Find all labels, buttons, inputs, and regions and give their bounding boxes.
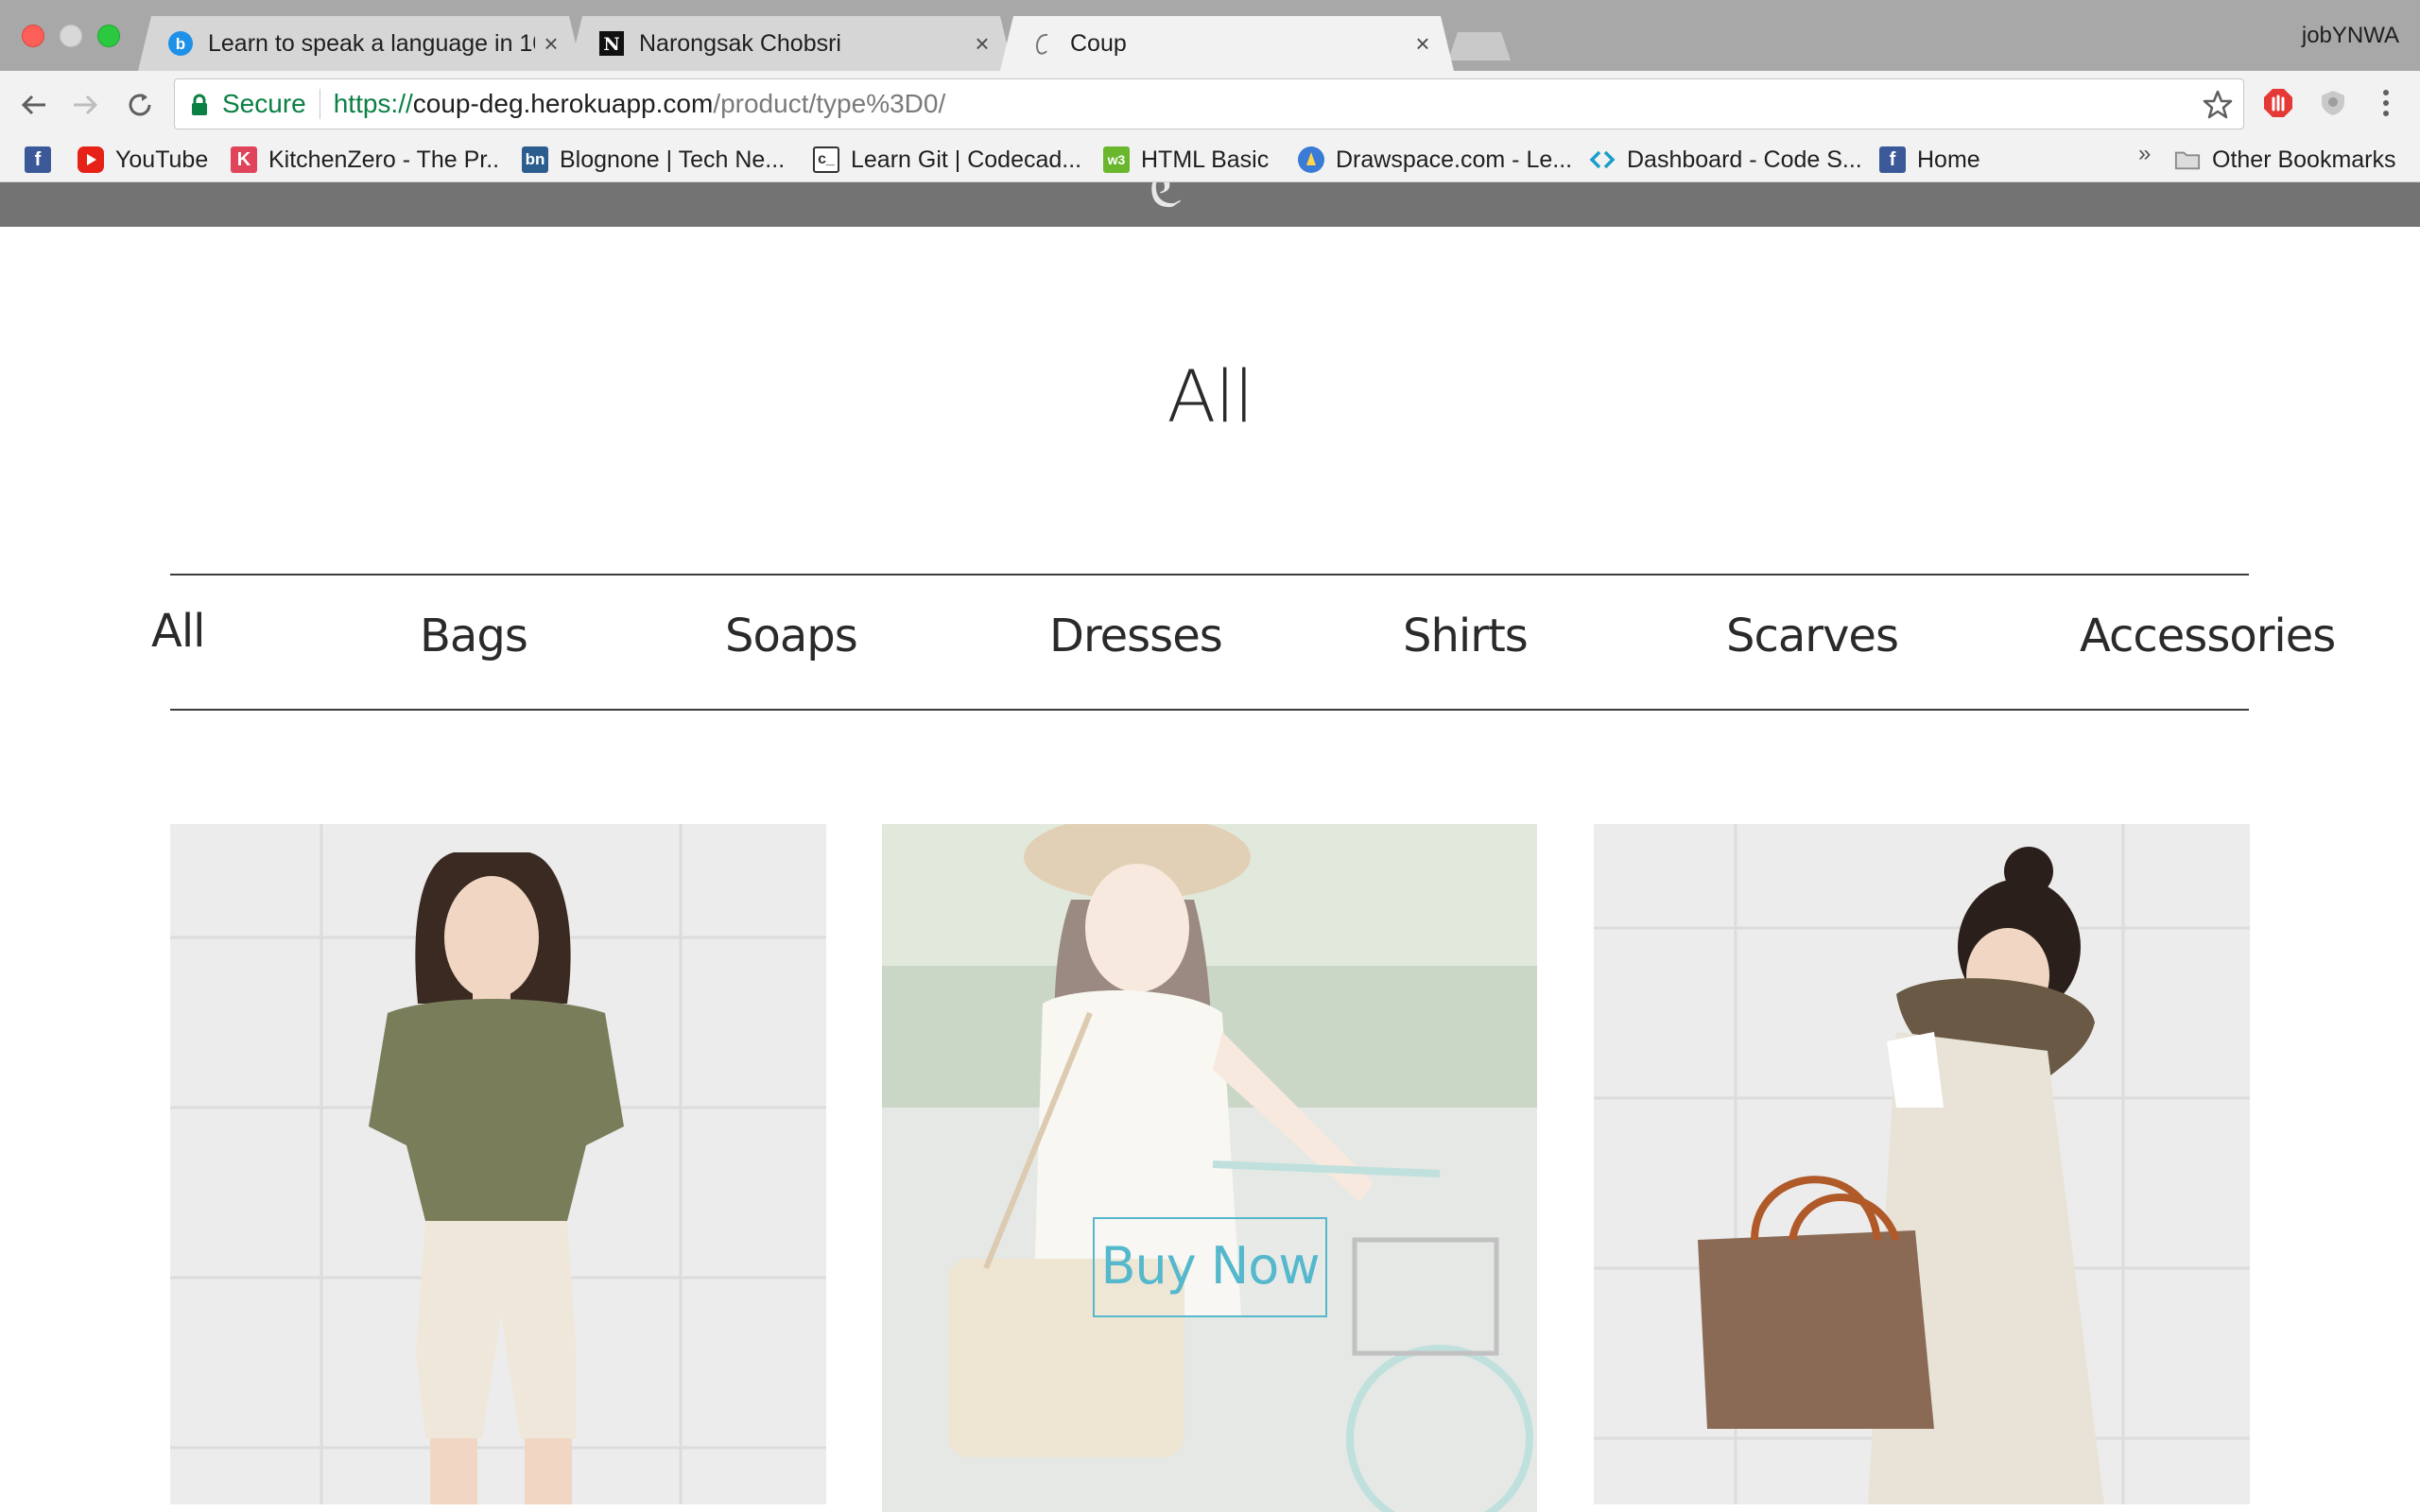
site-header: ℭ xyxy=(0,182,2420,227)
hover-overlay xyxy=(882,824,1537,1512)
category-top-divider xyxy=(170,574,2249,576)
bookmark-label: Home xyxy=(1917,146,1980,173)
category-bags[interactable]: Bags xyxy=(420,610,528,662)
shield-extension-icon[interactable] xyxy=(2314,84,2352,122)
close-tab-icon[interactable]: × xyxy=(1407,29,1439,59)
bookmark-facebook[interactable]: f xyxy=(25,143,51,177)
page-title: All xyxy=(1167,354,1253,438)
arrow-left-icon xyxy=(21,94,45,115)
codecademy-icon: c_ xyxy=(813,146,839,173)
bookmark-html-basic[interactable]: w3 HTML Basic xyxy=(1103,143,1269,177)
notion-icon: N xyxy=(597,29,626,58)
bing-icon: b xyxy=(166,29,195,58)
category-soaps[interactable]: Soaps xyxy=(725,610,858,662)
address-bar[interactable]: Secure https://coup-deg.herokuapp.com/pr… xyxy=(174,78,2244,129)
bookmark-facebook-home[interactable]: f Home xyxy=(1879,143,1980,177)
product-card[interactable] xyxy=(170,824,826,1504)
codeschool-icon xyxy=(1589,146,1616,173)
bookmark-label: Blognone | Tech Ne... xyxy=(560,146,786,173)
bookmark-label: Learn Git | Codecad... xyxy=(851,146,1082,173)
tab-learn-language[interactable]: b Learn to speak a language in 10 × xyxy=(138,16,582,71)
arrow-right-icon xyxy=(74,94,98,115)
facebook-icon: f xyxy=(1879,146,1906,173)
product-card[interactable]: Buy Now xyxy=(882,824,1537,1512)
new-tab-button[interactable] xyxy=(1448,32,1511,60)
other-bookmarks-folder[interactable]: Other Bookmarks xyxy=(2174,143,2396,177)
bookmark-star-icon[interactable] xyxy=(2202,89,2234,121)
tab-title: Narongsak Chobsri xyxy=(639,29,841,57)
bookmark-codeschool[interactable]: Dashboard - Code S... xyxy=(1589,143,1862,177)
url-path: /product/type%3D0/ xyxy=(713,89,946,118)
close-tab-icon[interactable]: × xyxy=(966,29,998,59)
buy-now-button[interactable]: Buy Now xyxy=(1093,1217,1327,1317)
profile-name[interactable]: jobYNWA xyxy=(2302,23,2399,49)
category-bottom-divider xyxy=(170,709,2249,711)
lock-icon xyxy=(190,92,209,116)
product-photo-green-lace-top xyxy=(170,824,826,1504)
kitchenzero-icon: K xyxy=(231,146,257,173)
menu-icon[interactable] xyxy=(2367,84,2405,122)
tab-narongsak[interactable]: N Narongsak Chobsri × xyxy=(569,16,1013,71)
url-scheme: https:// xyxy=(333,89,413,118)
category-accessories[interactable]: Accessories xyxy=(2080,610,2336,662)
tab-title: Learn to speak a language in 10 xyxy=(208,29,535,57)
close-window-button[interactable] xyxy=(22,25,44,47)
youtube-icon xyxy=(78,146,104,173)
category-scarves[interactable]: Scarves xyxy=(1726,610,1899,662)
site-logo-icon[interactable]: ℭ xyxy=(1149,182,1184,218)
coup-logo-icon xyxy=(1028,29,1057,58)
browser-toolbar: Secure https://coup-deg.herokuapp.com/pr… xyxy=(0,71,2420,137)
tab-coup[interactable]: Coup × xyxy=(1000,16,1454,71)
bookmark-label: Drawspace.com - Le... xyxy=(1336,146,1573,173)
svg-text:N: N xyxy=(603,34,619,55)
category-dresses[interactable]: Dresses xyxy=(1049,610,1223,662)
category-shirts[interactable]: Shirts xyxy=(1403,610,1529,662)
bookmark-label: Dashboard - Code S... xyxy=(1627,146,1862,173)
reload-icon xyxy=(129,94,151,116)
category-all[interactable]: All xyxy=(151,605,206,658)
maximize-window-button[interactable] xyxy=(97,25,120,47)
bookmark-codecademy[interactable]: c_ Learn Git | Codecad... xyxy=(813,143,1081,177)
bookmark-label: Other Bookmarks xyxy=(2212,146,2396,173)
folder-icon xyxy=(2174,146,2201,173)
facebook-icon: f xyxy=(25,146,51,173)
secure-label: Secure xyxy=(222,89,306,118)
drawspace-icon xyxy=(1298,146,1324,173)
bookmark-label: KitchenZero - The Pr.. xyxy=(268,146,500,173)
bookmark-blognone[interactable]: bn Blognone | Tech Ne... xyxy=(522,143,785,177)
bookmark-label: YouTube xyxy=(115,146,209,173)
bookmark-kitchenzero[interactable]: K KitchenZero - The Pr.. xyxy=(231,143,499,177)
bookmark-drawspace[interactable]: Drawspace.com - Le... xyxy=(1298,143,1572,177)
minimize-window-button[interactable] xyxy=(60,25,82,47)
reload-button[interactable] xyxy=(121,86,159,124)
url-host: coup-deg.herokuapp.com xyxy=(412,89,714,118)
bookmarks-overflow-chevron[interactable]: » xyxy=(2138,141,2151,167)
back-button[interactable] xyxy=(15,86,53,124)
blognone-icon: bn xyxy=(522,146,548,173)
bookmarks-bar: f YouTube K KitchenZero - The Pr.. bn Bl… xyxy=(0,137,2420,182)
product-card[interactable] xyxy=(1594,824,2250,1504)
bookmark-label: HTML Basic xyxy=(1141,146,1270,173)
product-photo-scarf-tote xyxy=(1594,824,2250,1504)
tab-title: Coup xyxy=(1070,29,1127,57)
w3schools-icon: w3 xyxy=(1103,146,1130,173)
forward-button[interactable] xyxy=(66,86,104,124)
close-tab-icon[interactable]: × xyxy=(535,29,567,59)
browser-tabstrip: b Learn to speak a language in 10 × N Na… xyxy=(0,0,2420,71)
svg-text:b: b xyxy=(176,35,185,53)
adblock-extension-icon[interactable] xyxy=(2259,84,2297,122)
bookmark-youtube[interactable]: YouTube xyxy=(78,143,208,177)
